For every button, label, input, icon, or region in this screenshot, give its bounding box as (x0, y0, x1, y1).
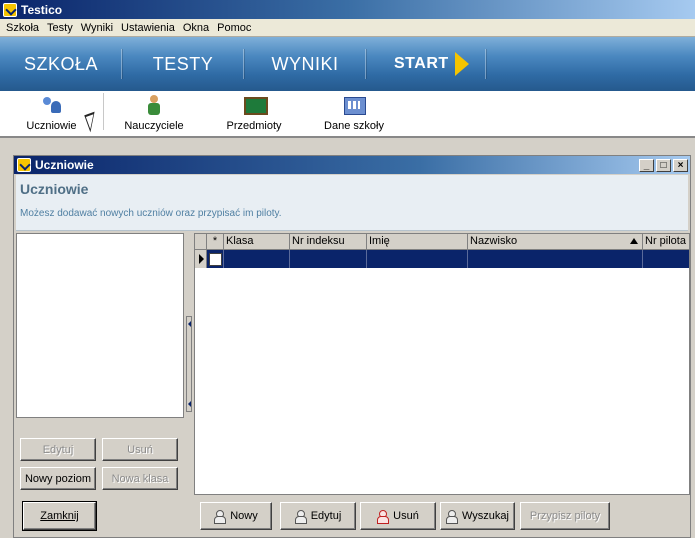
close-button-label: Zamknij (40, 510, 79, 522)
class-tree-list[interactable] (16, 233, 184, 418)
row-selector-arrow-icon (195, 250, 207, 268)
minimize-button[interactable]: _ (639, 158, 654, 172)
menu-bar: Szkoła Testy Wyniki Ustawienia Okna Pomo… (0, 19, 695, 37)
edit-class-button[interactable]: Edytuj (20, 438, 96, 461)
delete-student-label: Usuń (393, 510, 419, 522)
edit-student-button[interactable]: Edytuj (280, 502, 356, 530)
close-button[interactable]: Zamknij (22, 501, 97, 531)
students-header-panel: Uczniowie Możesz dodawać nowych uczniów … (16, 175, 688, 231)
new-level-button[interactable]: Nowy poziom (20, 467, 96, 490)
students-window: Uczniowie _ □ × Uczniowie Możesz dodawać… (13, 155, 691, 538)
delete-class-button[interactable]: Usuń (102, 438, 178, 461)
students-grid[interactable]: * Klasa Nr indeksu Imię Nazwisko Nr pilo… (194, 233, 690, 495)
search-student-icon (446, 510, 459, 524)
window-logo-icon (17, 158, 31, 172)
delete-student-button[interactable]: Usuń (360, 502, 436, 530)
toolbar: Uczniowie Nauczyciele Przedmioty Dane sz… (0, 91, 695, 138)
search-student-button[interactable]: Wyszukaj (440, 502, 515, 530)
app-title-bar: Testico (0, 0, 695, 19)
students-icon (41, 95, 63, 115)
menu-pomoc[interactable]: Pomoc (213, 19, 255, 37)
menu-szkola[interactable]: Szkoła (2, 19, 43, 37)
students-header-title: Uczniowie (20, 181, 89, 197)
cell-imie[interactable] (367, 250, 468, 268)
assign-pilots-button[interactable]: Przypisz piloty (520, 502, 610, 530)
delete-student-icon (377, 510, 390, 524)
toolbar-school-data-label: Dane szkoły (324, 120, 384, 132)
app-logo-icon (3, 2, 17, 17)
table-row[interactable] (195, 250, 689, 268)
toolbar-teachers-label: Nauczyciele (124, 120, 184, 132)
new-student-icon (214, 510, 227, 524)
subjects-icon (243, 95, 268, 115)
new-student-button[interactable]: Nowy (200, 502, 272, 530)
grid-col-nazwisko-label: Nazwisko (470, 235, 518, 247)
grid-col-nr-pilota[interactable]: Nr pilota (643, 234, 689, 249)
maximize-button[interactable]: □ (656, 158, 671, 172)
nav-wyniki[interactable]: WYNIKI (244, 37, 366, 91)
toolbar-students-label: Uczniowie (26, 120, 77, 132)
menu-okna[interactable]: Okna (179, 19, 213, 37)
close-window-button[interactable]: × (673, 158, 688, 172)
new-student-label: Nowy (230, 510, 258, 522)
students-window-title: Uczniowie (35, 158, 94, 172)
nav-start[interactable]: START (366, 37, 486, 91)
menu-testy[interactable]: Testy (43, 19, 77, 37)
grid-indicator-header (195, 234, 207, 249)
play-arrow-icon (454, 52, 469, 76)
edit-student-icon (294, 510, 307, 524)
app-title: Testico (21, 2, 63, 17)
grid-col-nr-indeksu[interactable]: Nr indeksu (290, 234, 367, 249)
menu-ustawienia[interactable]: Ustawienia (117, 19, 179, 37)
grid-col-imie[interactable]: Imię (367, 234, 468, 249)
grid-header: * Klasa Nr indeksu Imię Nazwisko Nr pilo… (195, 234, 689, 250)
nav-szkola[interactable]: SZKOŁA (0, 37, 122, 91)
toolbar-school-data-button[interactable]: Dane szkoły (304, 91, 404, 136)
main-navigation: SZKOŁA TESTY WYNIKI START (0, 37, 695, 91)
row-checkbox[interactable] (207, 250, 224, 268)
cell-nr-indeksu[interactable] (290, 250, 367, 268)
edit-student-label: Edytuj (310, 510, 342, 522)
grid-col-nazwisko[interactable]: Nazwisko (468, 234, 643, 249)
search-student-label: Wyszukaj (462, 510, 509, 522)
panel-splitter[interactable] (186, 316, 192, 412)
cell-nazwisko[interactable] (468, 250, 643, 268)
grid-col-klasa[interactable]: Klasa (224, 234, 290, 249)
students-window-title-bar: Uczniowie _ □ × (14, 156, 690, 174)
class-tree-buttons: Edytuj Usuń Nowy poziom Nowa klasa (16, 424, 184, 494)
menu-wyniki[interactable]: Wyniki (77, 19, 117, 37)
grid-col-select[interactable]: * (207, 234, 224, 249)
students-header-description: Możesz dodawać nowych uczniów oraz przyp… (20, 208, 282, 219)
cell-nr-pilota[interactable] (643, 250, 689, 268)
toolbar-subjects-label: Przedmioty (226, 120, 282, 132)
new-class-button[interactable]: Nowa klasa (102, 467, 178, 490)
toolbar-subjects-button[interactable]: Przedmioty (204, 91, 304, 136)
toolbar-teachers-button[interactable]: Nauczyciele (104, 91, 204, 136)
teachers-icon (143, 95, 165, 115)
school-data-icon (343, 95, 366, 115)
cell-klasa[interactable] (224, 250, 290, 268)
nav-start-label: START (394, 55, 449, 72)
nav-testy[interactable]: TESTY (122, 37, 244, 91)
sort-ascending-icon (630, 238, 638, 244)
